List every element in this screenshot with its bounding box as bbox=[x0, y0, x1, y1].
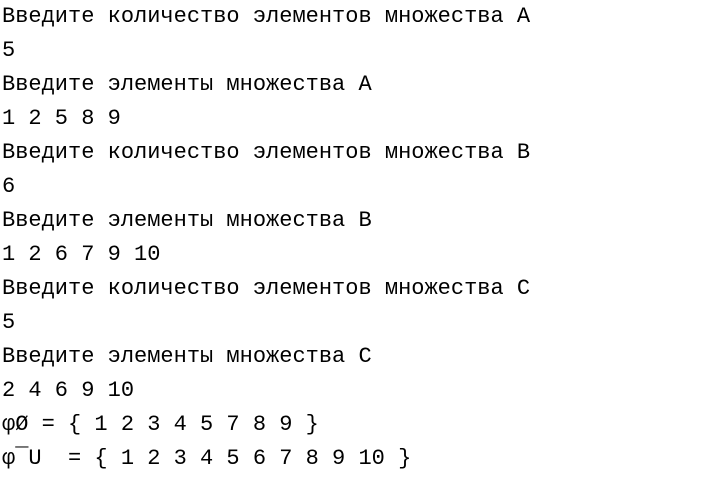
prompt-count-b: Введите количество элементов множества B bbox=[2, 140, 531, 165]
prompt-count-a: Введите количество элементов множества A bbox=[2, 4, 531, 29]
input-elements-a: 1 2 5 8 9 bbox=[2, 106, 121, 131]
input-count-a: 5 bbox=[2, 38, 16, 63]
input-elements-c: 2 4 6 9 10 bbox=[2, 378, 135, 403]
input-count-b: 6 bbox=[2, 174, 16, 199]
console-output: Введите количество элементов множества A… bbox=[0, 0, 715, 486]
result-line-2: φ¯U = { 1 2 3 4 5 6 7 8 9 10 } bbox=[2, 446, 412, 471]
result-line-1: φØ = { 1 2 3 4 5 7 8 9 } bbox=[2, 412, 319, 437]
prompt-elements-a: Введите элементы множества A bbox=[2, 72, 372, 97]
input-elements-b: 1 2 6 7 9 10 bbox=[2, 242, 161, 267]
prompt-elements-c: Введите элементы множества C bbox=[2, 344, 372, 369]
prompt-elements-b: Введите элементы множества B bbox=[2, 208, 372, 233]
prompt-count-c: Введите количество элементов множества C bbox=[2, 276, 531, 301]
input-count-c: 5 bbox=[2, 310, 16, 335]
